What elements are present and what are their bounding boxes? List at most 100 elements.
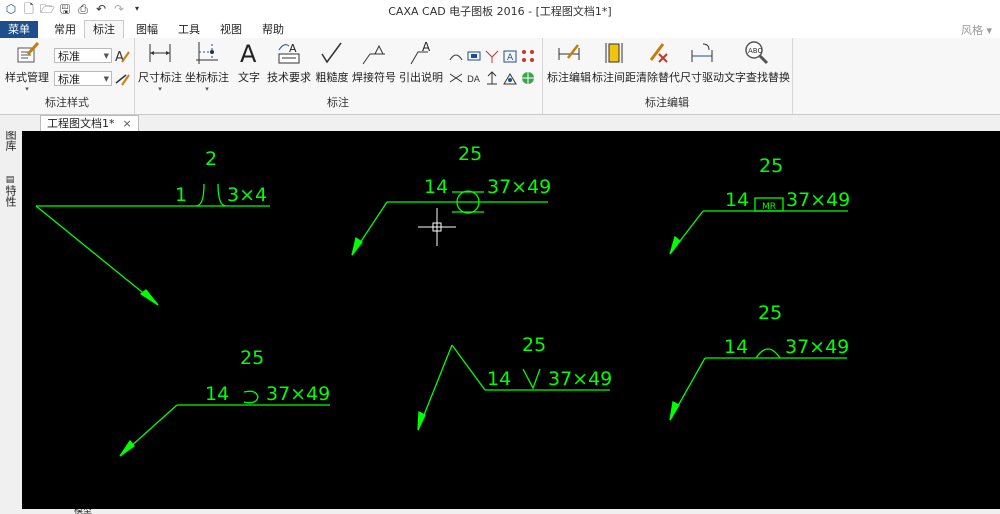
text-find-replace-button[interactable]: ABC 文字查找替换 bbox=[724, 40, 790, 85]
weld-4-above-text: 25 bbox=[240, 347, 264, 369]
text-replace-icon[interactable]: DA bbox=[466, 70, 482, 86]
datum-icon[interactable] bbox=[466, 48, 482, 64]
roughness-label: 粗糙度 bbox=[315, 71, 349, 84]
weld-4-left-text: 14 bbox=[205, 383, 229, 405]
properties-label: 特性 bbox=[4, 185, 17, 207]
text-button[interactable]: A 文字 bbox=[232, 40, 266, 85]
crosshair-cursor bbox=[418, 208, 456, 246]
weld-1-left-text: 1 bbox=[175, 184, 187, 206]
style-manage-label: 样式管理 bbox=[5, 71, 49, 84]
dim-style-icon[interactable] bbox=[114, 71, 130, 87]
svg-text:A: A bbox=[240, 40, 257, 66]
weld-1-right-text: 3×4 bbox=[227, 184, 267, 206]
weld-3-box-text: MR bbox=[762, 202, 776, 212]
leader-note-button[interactable]: A 引出说明 bbox=[398, 40, 444, 85]
dimension-icon bbox=[138, 40, 182, 66]
height-dim-icon[interactable] bbox=[484, 70, 500, 86]
style-selector[interactable]: 风格 ▾ bbox=[961, 22, 992, 38]
ribbon-tabs: 菜单 常用 标注 图幅 工具 视图 帮助 风格 ▾ bbox=[0, 20, 1000, 39]
magnifier-icon: ABC bbox=[724, 40, 788, 66]
weld-symbol-2 bbox=[351, 190, 548, 256]
group-label: 标注 bbox=[327, 96, 349, 109]
dim-style-value: 标准 bbox=[58, 73, 80, 86]
text-find-replace-label: 文字查找替换 bbox=[724, 71, 790, 84]
coordinate-dim-label: 坐标标注 bbox=[185, 71, 229, 84]
weld-symbol-icon bbox=[352, 40, 396, 66]
leader-note-label: 引出说明 bbox=[399, 71, 443, 84]
weld-1-above-text: 2 bbox=[205, 148, 217, 170]
drawing-canvas[interactable]: 2 1 3×4 25 14 37×49 25 14 37×49 MR 25 14… bbox=[22, 131, 1000, 509]
tech-requirements-label: 技术要求 bbox=[267, 71, 311, 84]
weld-4-right-text: 37×49 bbox=[266, 383, 330, 405]
cut-plane-icon[interactable] bbox=[502, 70, 518, 86]
library-label: 图库 bbox=[4, 129, 17, 151]
weld-3-left-text: 14 bbox=[725, 189, 749, 211]
style-label: 风格 bbox=[960, 24, 983, 37]
weld-6-right-text: 37×49 bbox=[785, 336, 849, 358]
document-tab[interactable]: 工程图文档1* × bbox=[40, 115, 139, 131]
dim-spacing-button[interactable]: 标注间距 bbox=[592, 40, 636, 85]
weld-5-right-text: 37×49 bbox=[548, 368, 612, 390]
arc-dim-icon[interactable] bbox=[448, 48, 464, 64]
roughness-button[interactable]: 粗糙度 bbox=[314, 40, 350, 85]
weld-symbol-button[interactable]: 焊接符号 bbox=[352, 40, 396, 85]
text-label: 文字 bbox=[238, 71, 260, 84]
tab-annotation[interactable]: 标注 bbox=[84, 20, 124, 39]
properties-icon: ▤ bbox=[5, 175, 15, 185]
weld-6-above-text: 25 bbox=[758, 302, 782, 324]
svg-text:A: A bbox=[507, 53, 514, 63]
dim-drive-button[interactable]: 尺寸驱动 bbox=[680, 40, 724, 85]
tab-common[interactable]: 常用 bbox=[46, 21, 84, 38]
drawing-svg: 2 1 3×4 25 14 37×49 25 14 37×49 MR 25 14… bbox=[35, 143, 850, 457]
group-label: 标注样式 bbox=[45, 96, 89, 109]
dim-spacing-icon bbox=[592, 40, 636, 66]
weld-3-above-text: 25 bbox=[759, 155, 783, 177]
dim-edit-label: 标注编辑 bbox=[547, 71, 591, 84]
drawing-linework bbox=[35, 183, 848, 457]
center-line-icon[interactable] bbox=[520, 70, 536, 86]
dim-drive-icon bbox=[680, 40, 724, 66]
tolerance-icon[interactable]: A bbox=[502, 48, 518, 64]
chevron-down-icon: ▾ bbox=[158, 85, 162, 93]
minimize-icon[interactable] bbox=[968, 0, 996, 20]
dim-edit-icon bbox=[546, 40, 592, 66]
text-icon: A bbox=[232, 40, 266, 66]
tab-help[interactable]: 帮助 bbox=[254, 21, 292, 38]
tech-requirements-button[interactable]: A 技术要求 bbox=[266, 40, 312, 85]
close-icon[interactable]: × bbox=[123, 117, 132, 130]
weld-2-above-text: 25 bbox=[458, 143, 482, 165]
group-annotation-style: 样式管理 ▾ 标准 ▼ 标准 ▼ A 标注样式 bbox=[0, 38, 135, 114]
dim-style-combo[interactable]: 标准 ▼ bbox=[54, 71, 112, 86]
tab-view[interactable]: 视图 bbox=[212, 21, 250, 38]
clear-override-icon bbox=[636, 40, 680, 66]
window-controls bbox=[968, 0, 996, 20]
clear-override-label: 清除替代 bbox=[636, 71, 680, 84]
window-title: CAXA CAD 电子图板 2016 - [工程图文档1*] bbox=[388, 5, 612, 18]
text-style-icon[interactable]: A bbox=[114, 48, 130, 64]
tab-sheet[interactable]: 图幅 bbox=[128, 21, 166, 38]
document-tab-bar: 工程图文档1* × bbox=[0, 115, 1000, 131]
weld-6-left-text: 14 bbox=[724, 336, 748, 358]
dimension-button[interactable]: 尺寸标注 ▾ bbox=[138, 40, 182, 93]
model-tab[interactable]: 模型 bbox=[74, 509, 92, 514]
clear-override-button[interactable]: 清除替代 bbox=[636, 40, 680, 85]
group-annotation: 尺寸标注 ▾ 坐标标注 ▾ A 文字 A 技术要求 粗糙度 焊接符号 A 引出说… bbox=[134, 38, 543, 114]
dim-spacing-label: 标注间距 bbox=[592, 71, 636, 84]
tab-menu[interactable]: 菜单 bbox=[0, 21, 38, 38]
chevron-down-icon: ▾ bbox=[25, 85, 29, 93]
dimension-label: 尺寸标注 bbox=[138, 71, 182, 84]
angle-dim-icon[interactable] bbox=[484, 48, 500, 64]
weld-symbol-label: 焊接符号 bbox=[352, 71, 396, 84]
text-style-combo[interactable]: 标准 ▼ bbox=[54, 48, 112, 63]
dim-edit-button[interactable]: 标注编辑 bbox=[546, 40, 592, 85]
style-manage-button[interactable]: 样式管理 ▾ bbox=[4, 40, 50, 93]
chamfer-dim-icon[interactable] bbox=[448, 70, 464, 86]
chevron-down-icon: ▼ bbox=[103, 52, 109, 60]
ribbon: 样式管理 ▾ 标准 ▼ 标准 ▼ A 标注样式 尺寸标注 ▾ 坐标标注 ▾ A 文字… bbox=[0, 38, 1000, 115]
properties-panel-tab[interactable]: ▤特性 bbox=[4, 175, 18, 207]
roughness-icon bbox=[314, 40, 350, 66]
tab-tools[interactable]: 工具 bbox=[170, 21, 208, 38]
text-style-value: 标准 bbox=[58, 50, 80, 63]
coordinate-dim-button[interactable]: 坐标标注 ▾ bbox=[184, 40, 230, 93]
center-marks-icon[interactable] bbox=[520, 48, 536, 64]
